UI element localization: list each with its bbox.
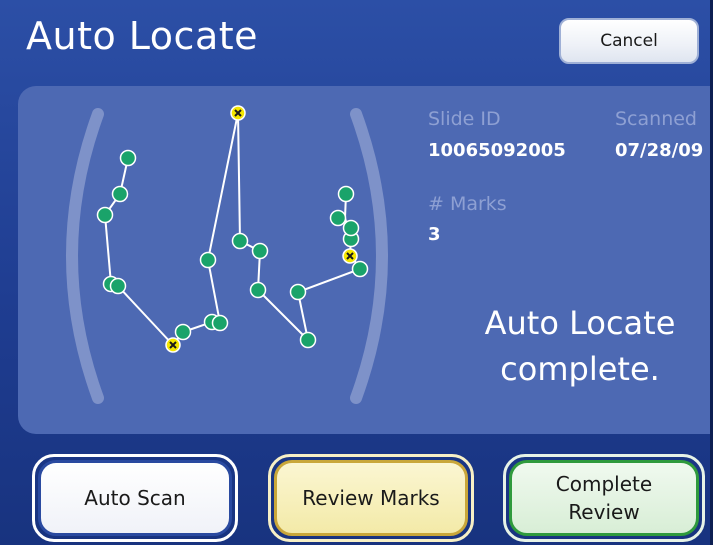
marks-count-label: # Marks — [428, 193, 507, 215]
page-title: Auto Locate — [26, 14, 259, 58]
status-line-2: complete. — [500, 350, 660, 388]
scan-point — [174, 323, 192, 341]
review-marks-label: Review Marks — [274, 460, 468, 536]
scan-point — [289, 283, 307, 301]
scan-point — [337, 185, 355, 203]
auto-scan-label: Auto Scan — [38, 460, 232, 536]
scan-point — [251, 242, 269, 260]
scan-point — [109, 277, 127, 295]
title-bar: Auto Locate Cancel — [0, 0, 710, 78]
mark-point — [230, 105, 246, 121]
status-message: Auto Locate complete. — [450, 300, 710, 392]
auto-scan-button[interactable]: Auto Scan — [32, 454, 238, 542]
scan-point — [351, 260, 369, 278]
scan-point — [211, 314, 229, 332]
scan-points — [96, 149, 369, 349]
scan-point — [249, 281, 267, 299]
status-line-1: Auto Locate — [484, 304, 676, 342]
marks-count-value: 3 — [428, 224, 441, 245]
scan-point — [119, 149, 137, 167]
complete-review-button[interactable]: Complete Review — [503, 454, 705, 542]
action-bar: Auto Scan Review Marks Complete Review — [0, 445, 710, 545]
cancel-button[interactable]: Cancel — [559, 18, 699, 64]
scan-point — [231, 232, 249, 250]
scan-point — [96, 206, 114, 224]
scan-point — [329, 209, 347, 227]
complete-review-label: Complete Review — [509, 460, 699, 536]
slide-id-value: 10065092005 — [428, 140, 566, 161]
scanned-label: Scanned — [615, 108, 697, 130]
slide-id-label: Slide ID — [428, 108, 501, 130]
scan-path-map — [96, 105, 369, 353]
scanned-value: 07/28/09 — [615, 140, 704, 161]
complete-review-line-2: Review — [568, 500, 640, 524]
scan-point — [299, 331, 317, 349]
scan-point — [199, 251, 217, 269]
scan-point — [111, 185, 129, 203]
mark-point — [165, 337, 181, 353]
mark-points — [165, 105, 358, 353]
scan-point — [342, 219, 360, 237]
mark-point — [342, 248, 358, 264]
auto-locate-screen: Auto Locate Cancel Slide ID 10065092005 … — [0, 0, 713, 545]
complete-review-line-1: Complete — [555, 472, 653, 496]
review-marks-button[interactable]: Review Marks — [268, 454, 474, 542]
